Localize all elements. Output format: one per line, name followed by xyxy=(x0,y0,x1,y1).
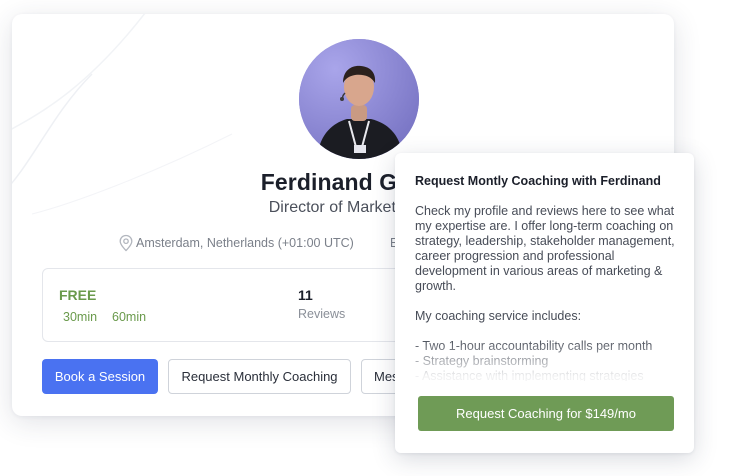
popover-spacer xyxy=(415,324,677,339)
popover-list-item: - Assistance with implementing strategie… xyxy=(415,369,644,381)
request-coaching-cta-button[interactable]: Request Coaching for $149/mo xyxy=(418,396,674,431)
page: Ferdinand Goss Director of Marketing Ams… xyxy=(0,0,732,476)
profile-photo xyxy=(299,39,419,159)
price-label: FREE xyxy=(59,287,97,303)
popover-spacer xyxy=(415,294,677,309)
popover-list-item: - Two 1-hour accountability calls per mo… xyxy=(415,339,653,353)
popover-list-heading: My coaching service includes: xyxy=(415,309,582,323)
popover-title: Request Montly Coaching with Ferdinand xyxy=(415,174,661,188)
popover-list-item: - Strategy brainstorming xyxy=(415,354,549,368)
book-session-button[interactable]: Book a Session xyxy=(42,359,158,394)
map-pin-icon xyxy=(119,234,133,252)
location: Amsterdam, Netherlands (+01:00 UTC) xyxy=(118,234,354,252)
reviews-label: Reviews xyxy=(298,307,346,321)
reviews-count: 11 xyxy=(298,287,313,303)
request-monthly-coaching-button[interactable]: Request Monthly Coaching xyxy=(168,359,351,394)
monthly-coaching-popover: Request Montly Coaching with Ferdinand C… xyxy=(395,153,694,453)
duration-option-30[interactable]: 30min xyxy=(63,310,97,324)
popover-body: Check my profile and reviews here to see… xyxy=(415,204,677,381)
avatar[interactable] xyxy=(299,39,419,159)
duration-option-60[interactable]: 60min xyxy=(112,310,146,324)
popover-paragraph: Check my profile and reviews here to see… xyxy=(415,204,675,293)
location-text: Amsterdam, Netherlands (+01:00 UTC) xyxy=(136,236,354,250)
